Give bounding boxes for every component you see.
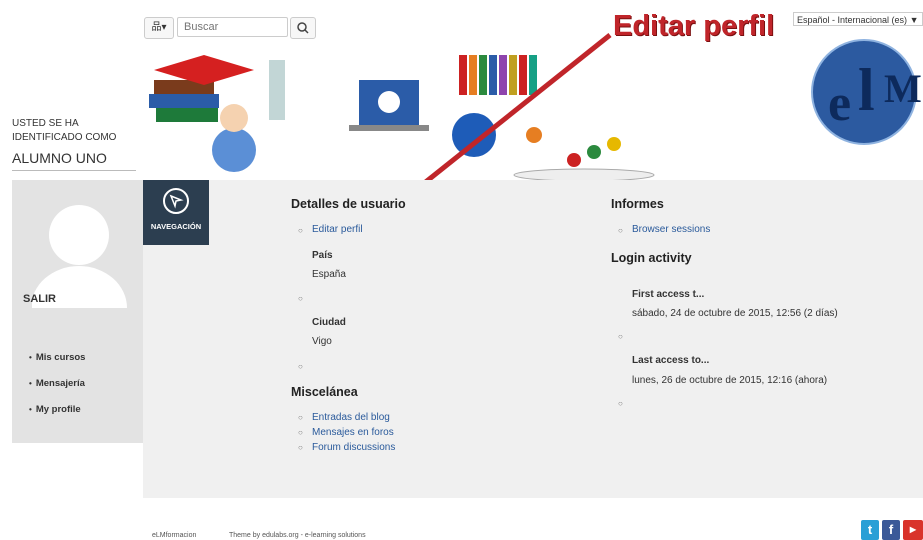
site-logo: e l M xyxy=(811,39,922,145)
user-name[interactable]: ALUMNO UNO xyxy=(12,150,107,166)
navigation-tab-label: NAVEGACIÓN xyxy=(150,222,202,231)
country-label: País xyxy=(312,250,333,261)
footer-site: eLMformacion xyxy=(152,532,197,539)
search-input[interactable] xyxy=(177,17,288,37)
details-heading: Detalles de usuario xyxy=(291,197,406,211)
svg-text:M: M xyxy=(884,66,922,111)
compass-icon xyxy=(163,188,189,214)
svg-text:l: l xyxy=(858,57,875,123)
user-menu: Mis cursos Mensajería My profile xyxy=(29,345,86,423)
blog-entries-link[interactable]: Entradas del blog xyxy=(312,412,390,423)
navigation-tab[interactable]: NAVEGACIÓN xyxy=(143,180,209,245)
footer-theme[interactable]: Theme by edulabs.org - e-learning soluti… xyxy=(229,532,366,539)
login-activity-heading: Login activity xyxy=(611,251,692,265)
logout-link[interactable]: SALIR xyxy=(23,293,56,305)
language-select[interactable]: Español - Internacional (es) ▼ xyxy=(793,12,923,26)
sitemap-icon: 品▾ xyxy=(151,22,167,33)
facebook-icon[interactable]: f xyxy=(882,520,900,540)
bullet: ○ xyxy=(298,294,303,303)
bullet: ○ xyxy=(298,428,303,437)
last-access-value: lunes, 26 de octubre de 2015, 12:16 (aho… xyxy=(632,375,828,386)
reports-heading: Informes xyxy=(611,197,664,211)
bullet: ○ xyxy=(298,226,303,235)
search-button[interactable] xyxy=(290,17,316,39)
first-access-label: First access t... xyxy=(632,289,705,300)
twitter-icon[interactable]: t xyxy=(861,520,879,540)
svg-text:e: e xyxy=(828,75,851,132)
annotation-label: Editar perfil xyxy=(613,10,775,42)
edit-profile-link[interactable]: Editar perfil xyxy=(312,224,363,235)
divider xyxy=(12,170,136,171)
first-access-value: sábado, 24 de octubre de 2015, 12:56 (2 … xyxy=(632,308,838,319)
bullet: ○ xyxy=(298,413,303,422)
forum-posts-link[interactable]: Mensajes en foros xyxy=(312,427,394,438)
avatar xyxy=(32,205,127,308)
youtube-icon[interactable]: ▶ xyxy=(903,520,923,540)
last-access-label: Last access to... xyxy=(632,355,710,366)
search-icon xyxy=(297,22,309,34)
logged-in-label: USTED SE HA IDENTIFICADO COMO xyxy=(12,118,117,143)
bullet: ○ xyxy=(298,443,303,452)
city-label: Ciudad xyxy=(312,317,346,328)
menu-item-my-courses[interactable]: Mis cursos xyxy=(29,345,86,371)
bullet: ○ xyxy=(618,332,623,341)
menu-item-messages[interactable]: Mensajería xyxy=(29,371,85,397)
bullet: ○ xyxy=(618,226,623,235)
menu-item-my-profile[interactable]: My profile xyxy=(29,397,85,423)
country-value: España xyxy=(312,269,346,280)
city-value: Vigo xyxy=(312,336,332,347)
browser-sessions-link[interactable]: Browser sessions xyxy=(632,224,710,235)
main-content xyxy=(143,180,923,498)
forum-discussions-link[interactable]: Forum discussions xyxy=(312,442,395,453)
misc-heading: Miscelánea xyxy=(291,385,358,399)
navigation-menu-button[interactable]: 品▾ xyxy=(144,17,174,39)
bullet: ○ xyxy=(618,399,623,408)
bullet: ○ xyxy=(298,362,303,371)
